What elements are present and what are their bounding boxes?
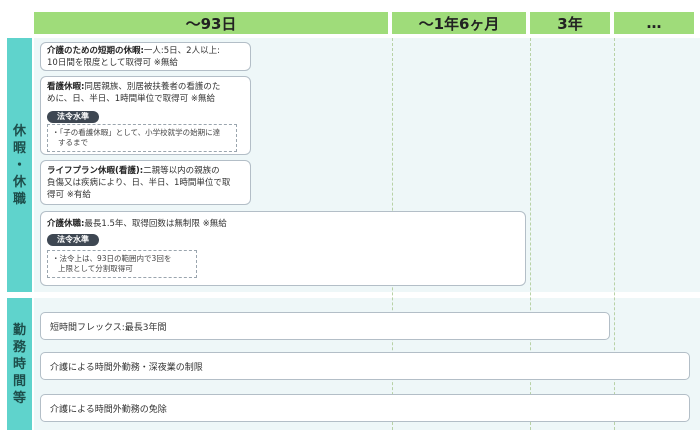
band-work-hours: 勤 務 時 間 等 — [7, 298, 32, 430]
care-leave-legal-note: ・法令上は、93日の範囲内で3回を 上限として分割取得可 — [47, 250, 197, 278]
legal-standard-tag: 法令水準 — [47, 111, 99, 123]
header-ellipsis: … — [614, 12, 694, 34]
nursing-legal-note: ・「子の看護休暇」として、小学校就学の始期に達 するまで — [47, 124, 237, 152]
legal-standard-tag: 法令水準 — [47, 234, 99, 246]
overtime-exemption-bar: 介護による時間外勤務の免除 — [40, 394, 690, 422]
overtime-limit-bar: 介護による時間外勤務・深夜業の制限 — [40, 352, 690, 380]
header-1y6m: 〜1年6ヶ月 — [392, 12, 526, 34]
short-care-leave-box: 介護のための短期の休暇:一人:5日、2人以上: 10日間を限度として取得可 ※無… — [40, 42, 251, 71]
nursing-leave-box: 看護休暇:同居親族、別居被扶養者の看護のた めに、日、半日、1時間単位で取得可 … — [40, 76, 251, 155]
band-leave: 休 暇 ・ 休 職 — [7, 38, 32, 292]
care-leave-box: 介護休職:最長1.5年、取得回数は無制限 ※無給 法令水準 ・法令上は、93日の… — [40, 211, 526, 286]
lifeplan-leave-box: ライフプラン休暇(看護):二親等以内の親族の 負傷又は疾病により、日、半日、1時… — [40, 160, 251, 205]
header-3-years: 3年 — [530, 12, 610, 34]
short-time-flex-bar: 短時間フレックス:最長3年間 — [40, 312, 610, 340]
header-93-days: 〜93日 — [34, 12, 388, 34]
